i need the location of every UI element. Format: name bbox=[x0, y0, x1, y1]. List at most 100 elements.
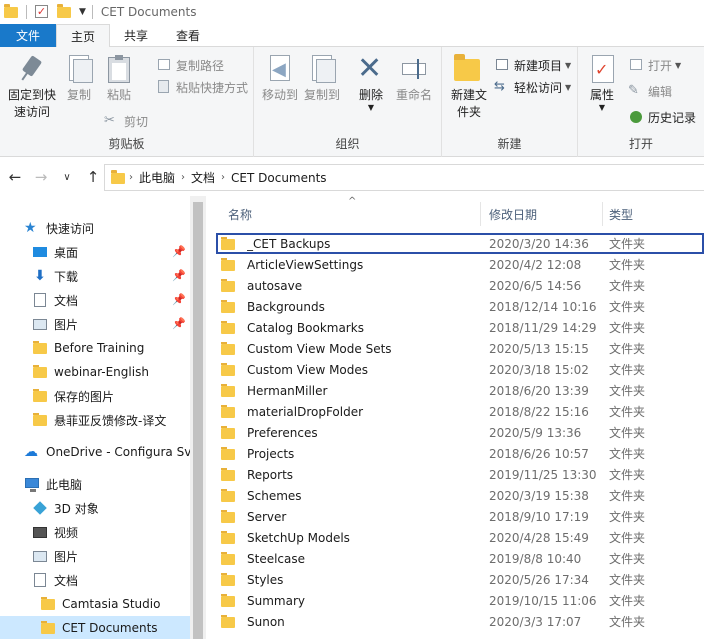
tab-file[interactable]: 文件 bbox=[0, 24, 56, 47]
file-row[interactable]: Backgrounds 2018/12/14 10:16 文件夹 bbox=[216, 296, 704, 317]
move-to-icon: ◀ bbox=[264, 53, 296, 85]
back-arrow-icon[interactable]: ← bbox=[4, 168, 26, 186]
file-row[interactable]: ArticleViewSettings 2020/4/2 12:08 文件夹 bbox=[216, 254, 704, 275]
column-header-date[interactable]: 修改日期 bbox=[489, 202, 599, 226]
file-row[interactable]: Catalog Bookmarks 2018/11/29 14:29 文件夹 bbox=[216, 317, 704, 338]
file-type: 文件夹 bbox=[609, 447, 646, 461]
nav-item-camtasia-studio[interactable]: Camtasia Studio bbox=[0, 592, 190, 616]
open-button[interactable]: 打开 ▼ bbox=[628, 55, 681, 75]
address-segment-this-pc[interactable]: 此电脑 bbox=[139, 169, 175, 186]
file-row[interactable]: SketchUp Models 2020/4/28 15:49 文件夹 bbox=[216, 527, 704, 548]
delete-button[interactable]: ✕ 删除 ▼ bbox=[354, 53, 388, 112]
tab-share[interactable]: 共享 bbox=[110, 24, 162, 47]
column-divider[interactable] bbox=[480, 202, 481, 226]
nav-item-downloads[interactable]: ⬇ 下载 📌 bbox=[0, 264, 190, 288]
address-segment-documents[interactable]: 文档 bbox=[191, 169, 215, 186]
quick-access-dropdown-icon[interactable]: ▼ bbox=[79, 7, 86, 17]
nav-this-pc[interactable]: 此电脑 bbox=[0, 472, 190, 496]
copy-path-label: 复制路径 bbox=[176, 58, 225, 73]
nav-onedrive[interactable]: ☁ OneDrive - Configura Sve bbox=[0, 440, 190, 464]
new-folder-button[interactable]: 新建文件夹 bbox=[446, 53, 488, 121]
nav-item-pc-documents[interactable]: 文档 bbox=[0, 568, 190, 592]
paste-button[interactable]: 粘贴 bbox=[102, 53, 136, 104]
3d-objects-icon bbox=[32, 500, 48, 516]
nav-scrollbar[interactable] bbox=[190, 196, 206, 639]
file-date: 2019/11/25 13:30 bbox=[489, 467, 597, 482]
file-type: 文件夹 bbox=[609, 363, 646, 377]
folder-icon bbox=[4, 4, 18, 19]
file-type: 文件夹 bbox=[609, 531, 646, 545]
file-row[interactable]: Projects 2018/6/26 10:57 文件夹 bbox=[216, 443, 704, 464]
file-row[interactable]: Schemes 2020/3/19 15:38 文件夹 bbox=[216, 485, 704, 506]
file-row[interactable]: Custom View Modes 2020/3/18 15:02 文件夹 bbox=[216, 359, 704, 380]
new-folder-label: 新建文件夹 bbox=[450, 88, 487, 119]
recent-locations-chevron-icon[interactable]: ∨ bbox=[56, 172, 78, 183]
paste-shortcut-label: 粘贴快捷方式 bbox=[176, 80, 249, 95]
file-row[interactable]: Custom View Mode Sets 2020/5/13 15:15 文件夹 bbox=[216, 338, 704, 359]
tab-home[interactable]: 主页 bbox=[56, 24, 111, 48]
file-row[interactable]: HermanMiller 2018/6/20 13:39 文件夹 bbox=[216, 380, 704, 401]
nav-item-feedback-translation[interactable]: 悬菲亚反馈修改-译文 bbox=[0, 408, 190, 432]
nav-item-videos[interactable]: 视频 bbox=[0, 520, 190, 544]
up-arrow-icon[interactable]: ↑ bbox=[82, 168, 104, 186]
column-header-type[interactable]: 类型 bbox=[609, 202, 699, 226]
file-row[interactable]: Sunon 2020/3/3 17:07 文件夹 bbox=[216, 611, 704, 632]
paste-shortcut-button[interactable]: 粘贴快捷方式 bbox=[156, 77, 248, 97]
file-row[interactable]: materialDropFolder 2018/8/22 15:16 文件夹 bbox=[216, 401, 704, 422]
file-date: 2020/4/2 12:08 bbox=[489, 257, 582, 272]
properties-check-icon[interactable]: ✓ bbox=[35, 5, 49, 19]
nav-item-documents[interactable]: 文档 📌 bbox=[0, 288, 190, 312]
nav-item-webinar-english[interactable]: webinar-English bbox=[0, 360, 190, 384]
file-row[interactable]: Preferences 2020/5/9 13:36 文件夹 bbox=[216, 422, 704, 443]
file-row[interactable]: Steelcase 2019/8/8 10:40 文件夹 bbox=[216, 548, 704, 569]
nav-label: 悬菲亚反馈修改-译文 bbox=[54, 413, 167, 428]
address-bar[interactable]: › 此电脑 › 文档 › CET Documents bbox=[104, 164, 704, 191]
column-divider[interactable] bbox=[602, 202, 603, 226]
tab-view[interactable]: 查看 bbox=[162, 24, 214, 47]
file-row[interactable]: _CET Backups 2020/3/20 14:36 文件夹 bbox=[216, 233, 704, 254]
file-row[interactable]: Styles 2020/5/26 17:34 文件夹 bbox=[216, 569, 704, 590]
folder-icon bbox=[220, 425, 236, 441]
nav-item-3d-objects[interactable]: 3D 对象 bbox=[0, 496, 190, 520]
edit-button[interactable]: ✎ 编辑 bbox=[628, 81, 672, 101]
folder-icon bbox=[32, 340, 48, 356]
folder-icon bbox=[220, 299, 236, 315]
nav-scrollbar-thumb[interactable] bbox=[193, 202, 203, 639]
file-row[interactable]: Reports 2019/11/25 13:30 文件夹 bbox=[216, 464, 704, 485]
new-folder-quick-icon[interactable] bbox=[57, 4, 71, 19]
chevron-right-icon[interactable]: › bbox=[221, 172, 225, 183]
ribbon: 固定到快速访问 复制 粘贴 复制路径 粘贴快捷方式 ✂ 剪切 剪贴板 ◀ 移动到 bbox=[0, 47, 704, 157]
history-button[interactable]: 历史记录 bbox=[628, 107, 696, 127]
column-header-name[interactable]: 名称 bbox=[228, 202, 486, 226]
file-type: 文件夹 bbox=[609, 342, 646, 356]
properties-icon: ✓ bbox=[586, 53, 618, 85]
easy-access-label: 轻松访问 bbox=[514, 80, 563, 95]
move-to-label: 移动到 bbox=[261, 88, 298, 102]
nav-quick-access[interactable]: ★ 快速访问 bbox=[0, 216, 190, 240]
forward-arrow-icon[interactable]: → bbox=[30, 168, 52, 186]
file-row[interactable]: Summary 2019/10/15 11:06 文件夹 bbox=[216, 590, 704, 611]
file-row[interactable]: autosave 2020/6/5 14:56 文件夹 bbox=[216, 275, 704, 296]
chevron-right-icon[interactable]: › bbox=[181, 172, 185, 183]
new-item-button[interactable]: 新建项目 ▼ bbox=[494, 55, 571, 75]
copy-button[interactable]: 复制 bbox=[62, 53, 96, 104]
rename-button[interactable]: 重命名 bbox=[392, 53, 436, 104]
pin-quick-access-button[interactable]: 固定到快速访问 bbox=[4, 53, 60, 121]
address-segment-cet-documents[interactable]: CET Documents bbox=[231, 171, 327, 185]
copy-to-button[interactable]: 复制到 bbox=[302, 53, 342, 104]
nav-item-saved-pictures[interactable]: 保存的图片 bbox=[0, 384, 190, 408]
chevron-down-icon: ▼ bbox=[367, 103, 375, 112]
file-row[interactable]: Server 2018/9/10 17:19 文件夹 bbox=[216, 506, 704, 527]
cut-button[interactable]: ✂ 剪切 bbox=[104, 111, 148, 131]
chevron-right-icon[interactable]: › bbox=[129, 172, 133, 183]
move-to-button[interactable]: ◀ 移动到 bbox=[260, 53, 300, 104]
copy-path-button[interactable]: 复制路径 bbox=[156, 55, 224, 75]
properties-button[interactable]: ✓ 属性 ▼ bbox=[584, 53, 620, 112]
easy-access-button[interactable]: ⇆ 轻松访问 ▼ bbox=[494, 77, 571, 97]
nav-item-pc-pictures[interactable]: 图片 bbox=[0, 544, 190, 568]
file-date: 2020/5/9 13:36 bbox=[489, 425, 582, 440]
nav-item-cet-documents[interactable]: CET Documents bbox=[0, 616, 190, 639]
nav-item-desktop[interactable]: 桌面 📌 bbox=[0, 240, 190, 264]
nav-item-pictures[interactable]: 图片 📌 bbox=[0, 312, 190, 336]
nav-item-before-training[interactable]: Before Training bbox=[0, 336, 190, 360]
